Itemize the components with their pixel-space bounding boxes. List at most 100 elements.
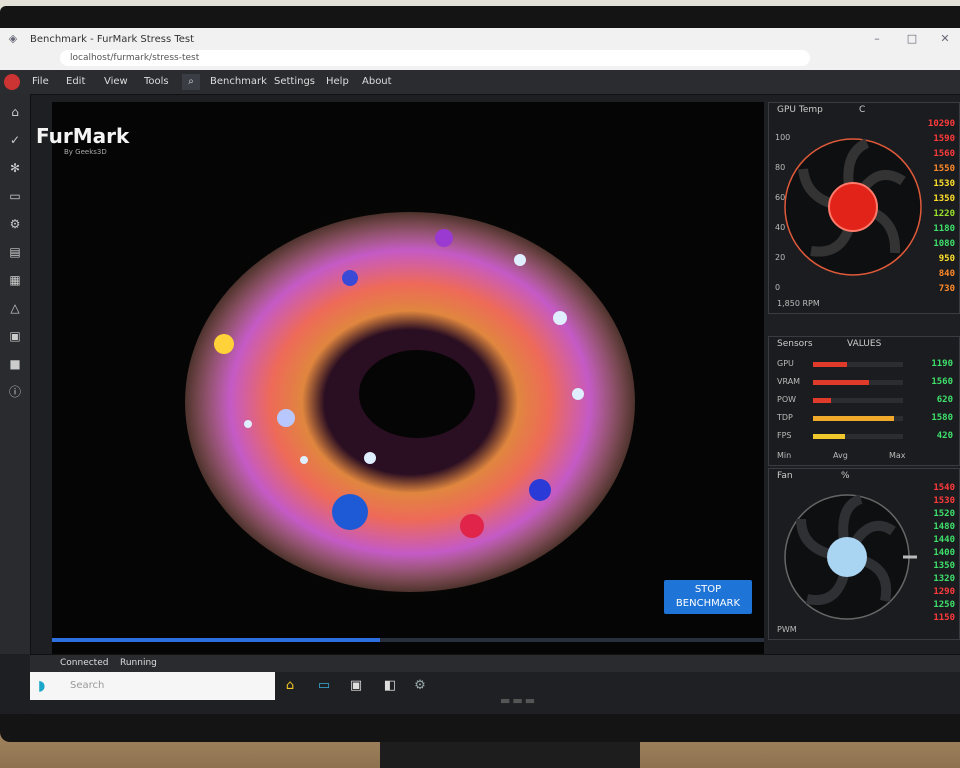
- check-icon[interactable]: ✓: [7, 132, 23, 148]
- address-bar[interactable]: localhost/furmark/stress-test: [60, 50, 810, 66]
- close-icon[interactable]: ✕: [938, 32, 952, 46]
- fan-panel: Fan % 1540 1530 1520 1480 1440 1400 1350 1320 12…: [768, 468, 960, 640]
- browser-app-icon: ◈: [8, 32, 18, 45]
- panel1-scale-label: 20: [775, 253, 786, 262]
- panel3-title: Fan: [777, 471, 793, 481]
- sensor-bar-label: POW: [777, 395, 797, 404]
- sensor-bar-fill: [813, 362, 848, 367]
- sensor-bar-track: [813, 362, 903, 367]
- panel1-reading: 1080: [933, 239, 955, 249]
- minimize-icon[interactable]: –: [870, 32, 884, 46]
- start-icon[interactable]: ◗: [38, 678, 54, 694]
- screenshot-icon[interactable]: ▣: [7, 328, 23, 344]
- chart-icon[interactable]: ▤: [7, 244, 23, 260]
- sensor-bar-track: [813, 380, 903, 385]
- temp-fan-gauge: [784, 138, 922, 276]
- menu-tools[interactable]: Tools: [144, 74, 169, 90]
- sensor-bar-reading: 1560: [931, 377, 953, 387]
- settings-icon[interactable]: ⚙: [410, 676, 430, 696]
- panel2-footer-avg: Avg: [833, 451, 848, 460]
- cloud-icon[interactable]: △: [7, 300, 23, 316]
- fan-icon[interactable]: ✻: [7, 160, 23, 176]
- monitor-brand-logo: ▬▬▬: [500, 694, 538, 707]
- search-icon[interactable]: ⌕: [182, 74, 200, 90]
- stop-button-label: STOP: [694, 584, 722, 595]
- panel3-unit: %: [841, 471, 850, 481]
- stop-button-sublabel: BENCHMARK: [675, 598, 741, 609]
- panel1-unit: C: [859, 105, 866, 115]
- panel3-reading: 1250: [933, 600, 955, 610]
- status-left2: Running: [120, 658, 157, 668]
- panel1-reading: 1220: [933, 209, 955, 219]
- render-viewport[interactable]: [52, 102, 764, 662]
- panel1-title: GPU Temp: [777, 105, 823, 115]
- sensor-bar-label: TDP: [777, 413, 793, 422]
- taskbar: Search ◗ ⌂ ▭ ▣ ◧ ⚙: [30, 672, 960, 714]
- fan-gauge: [784, 494, 917, 620]
- menu-file[interactable]: File: [32, 74, 49, 90]
- sensor-bar-reading: 620: [936, 395, 953, 405]
- panel3-reading: 1540: [933, 483, 955, 493]
- panel1-reading: 1550: [933, 164, 955, 174]
- menu-benchmark[interactable]: Benchmark: [210, 74, 267, 90]
- panel1-reading: 840: [938, 269, 955, 279]
- menu-about[interactable]: About: [362, 74, 392, 90]
- monitor-bezel: ◈ Benchmark - FurMark Stress Test localh…: [0, 6, 960, 742]
- panel1-footer: 1,850 RPM: [777, 299, 820, 308]
- sensor-bar-label: GPU: [777, 359, 794, 368]
- store-icon[interactable]: ▣: [346, 676, 366, 696]
- status-bar: Connected Running: [30, 654, 960, 673]
- stop-benchmark-button[interactable]: STOP BENCHMARK: [664, 580, 752, 614]
- panel3-reading: 1530: [933, 496, 955, 506]
- panel2-right-title: VALUES: [847, 339, 882, 349]
- panel1-reading: 1350: [933, 194, 955, 204]
- home-icon[interactable]: ⌂: [7, 104, 23, 120]
- browser-chrome: ◈ Benchmark - FurMark Stress Test localh…: [0, 28, 960, 71]
- sensor-bar-fill: [813, 434, 845, 439]
- panel1-reading: 1530: [933, 179, 955, 189]
- left-toolbar: ⌂ ✓ ✻ ▭ ⚙ ▤ ▦ △ ▣ ■ ⓘ: [0, 94, 31, 654]
- panel2-title: Sensors: [777, 339, 813, 349]
- sensor-bar-reading: 420: [936, 431, 953, 441]
- menu-bar: File Edit View Tools ⌕ Benchmark Setting…: [0, 70, 960, 95]
- maximize-icon[interactable]: □: [905, 32, 919, 46]
- panel1-scale-label: 100: [775, 133, 791, 142]
- panel3-reading: 1400: [933, 548, 955, 558]
- gpu-icon[interactable]: ▦: [7, 272, 23, 288]
- panel2-footer-max: Max: [889, 451, 906, 460]
- gpu-temp-panel: GPU Temp C 100 80 60 40 20 0 10290 1590 1560 155…: [768, 102, 960, 314]
- app-logo-icon: [4, 74, 20, 90]
- panel3-reading: 1320: [933, 574, 955, 584]
- status-left1: Connected: [60, 658, 109, 668]
- sensor-bar-reading: 1580: [931, 413, 953, 423]
- panel3-reading: 1440: [933, 535, 955, 545]
- panel2-footer-min: Min: [777, 451, 792, 460]
- panel1-reading: 1590: [933, 134, 955, 144]
- menu-edit[interactable]: Edit: [66, 74, 85, 90]
- search-placeholder: Search: [70, 680, 105, 691]
- screen: ◈ Benchmark - FurMark Stress Test localh…: [0, 28, 960, 714]
- menu-view[interactable]: View: [104, 74, 128, 90]
- furmark-logo: FurMark: [36, 124, 130, 148]
- settings-icon[interactable]: ⚙: [7, 216, 23, 232]
- sensor-bar-label: FPS: [777, 431, 792, 440]
- panel1-reading: 950: [938, 254, 955, 264]
- menu-help[interactable]: Help: [326, 74, 349, 90]
- panel1-scale-label: 80: [775, 163, 786, 172]
- panel3-reading: 1520: [933, 509, 955, 519]
- edge-icon[interactable]: ◧: [380, 676, 400, 696]
- benchmark-progress: [52, 638, 764, 642]
- browser-tab[interactable]: Benchmark - FurMark Stress Test: [30, 32, 270, 48]
- panel1-scale-label: 0: [775, 283, 781, 292]
- folder-icon[interactable]: ▭: [314, 676, 334, 696]
- panel3-footer: PWM: [777, 625, 797, 634]
- stop-icon[interactable]: ■: [7, 356, 23, 372]
- sensor-bar-fill: [813, 380, 869, 385]
- taskbar-search-input[interactable]: Search: [30, 672, 275, 700]
- panel1-reading: 730: [938, 284, 955, 294]
- info-icon[interactable]: ⓘ: [7, 384, 23, 400]
- sensor-bar-label: VRAM: [777, 377, 801, 386]
- monitor-icon[interactable]: ▭: [7, 188, 23, 204]
- menu-settings[interactable]: Settings: [274, 74, 315, 90]
- home-icon[interactable]: ⌂: [280, 676, 300, 696]
